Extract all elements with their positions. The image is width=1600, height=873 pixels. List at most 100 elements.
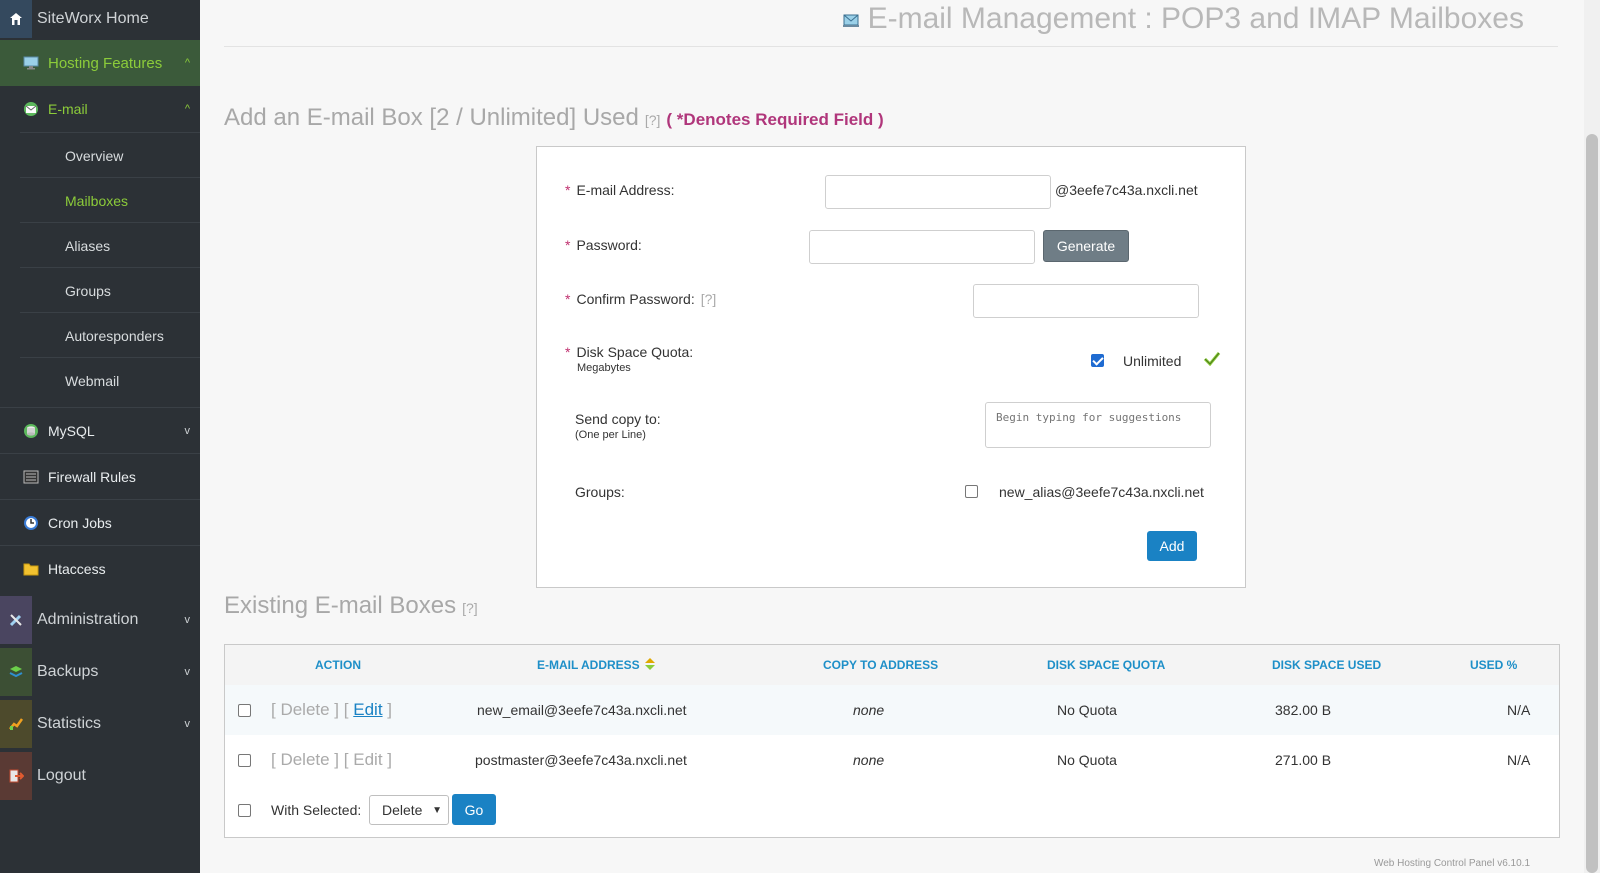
sidebar-subitem-label: Webmail (65, 372, 120, 389)
column-header-email[interactable]: E-MAIL ADDRESS (537, 645, 656, 685)
go-button[interactable]: Go (452, 794, 496, 825)
row-used-pct: N/A (1507, 702, 1531, 718)
add-mailbox-heading: Add an E-mail Box [2 / Unlimited] Used [… (224, 104, 884, 132)
chevron-down-icon: v (184, 718, 191, 730)
add-mailbox-title: Add an E-mail Box [2 / Unlimited] Used (224, 104, 639, 131)
sidebar-subitem-label: Autoresponders (65, 327, 164, 344)
group-checkbox[interactable] (965, 485, 978, 498)
page-title: E-mail Management : POP3 and IMAP Mailbo… (842, 2, 1524, 36)
edit-link[interactable]: Edit (353, 700, 382, 720)
send-copy-label: Send copy to: (One per Line) (575, 411, 661, 441)
sidebar-subitem-groups[interactable]: Groups (20, 267, 200, 313)
valid-check-icon (1203, 350, 1221, 371)
logout-icon (0, 752, 32, 800)
sidebar-item-label: MySQL (48, 422, 95, 439)
generate-password-button[interactable]: Generate (1043, 230, 1129, 262)
sidebar: SiteWorx Home Hosting Features ^ E-mail … (0, 0, 200, 873)
delete-link[interactable]: [ Delete ] (271, 750, 339, 770)
unlimited-label: Unlimited (1123, 353, 1182, 369)
column-header-quota: DISK SPACE QUOTA (1047, 658, 1166, 672)
label-text: Password: (576, 237, 642, 253)
sidebar-item-label: Statistics (37, 715, 102, 732)
sidebar-item-htaccess[interactable]: Htaccess (0, 546, 200, 591)
sidebar-subitem-aliases[interactable]: Aliases (20, 222, 200, 268)
statistics-icon (0, 700, 32, 748)
label-text: Send copy to: (575, 411, 661, 427)
sidebar-item-label: E-mail (48, 101, 88, 117)
email-address-label: * E-mail Address: (565, 182, 675, 198)
column-header-used-pct: USED % (1470, 658, 1518, 672)
sidebar-item-siteworx-home[interactable]: SiteWorx Home (0, 0, 200, 38)
title-divider (224, 46, 1558, 47)
chevron-down-icon: v (184, 614, 191, 626)
label-text: E-mail Address: (576, 182, 675, 198)
sidebar-subitem-label: Aliases (65, 237, 111, 254)
password-label: * Password: (565, 237, 642, 253)
help-link[interactable]: [?] (645, 112, 661, 128)
row-actions: [ Delete ] [ Edit ] (271, 750, 393, 770)
sidebar-item-administration[interactable]: Administration v (0, 596, 200, 644)
bulk-action-value: Delete (382, 802, 423, 818)
sidebar-item-label: Htaccess (48, 560, 106, 577)
add-mailbox-button[interactable]: Add (1147, 531, 1197, 561)
required-star: * (565, 344, 571, 360)
existing-mailboxes-heading: Existing E-mail Boxes [?] (224, 592, 478, 620)
sidebar-subitem-overview[interactable]: Overview (20, 132, 200, 178)
email-domain-suffix: @3eefe7c43a.nxcli.net (1055, 182, 1198, 198)
row-actions: [ Delete ] [ Edit ] (271, 700, 393, 720)
table-row: [ Delete ] [ Edit ] postmaster@3eefe7c43… (225, 735, 1559, 785)
with-selected-label: With Selected: (271, 802, 362, 818)
sidebar-item-cron-jobs[interactable]: Cron Jobs (0, 500, 200, 545)
page-scrollbar[interactable] (1584, 0, 1600, 873)
chevron-up-icon: ^ (184, 57, 190, 69)
row-checkbox[interactable] (238, 704, 251, 717)
send-copy-hint: (One per Line) (575, 429, 646, 441)
send-copy-textarea[interactable] (985, 402, 1211, 448)
groups-label: Groups: (575, 484, 625, 500)
sort-icon (644, 657, 656, 674)
add-mailbox-form: * E-mail Address: @3eefe7c43a.nxcli.net *… (536, 146, 1246, 588)
firewall-icon (22, 469, 40, 485)
sidebar-subitem-mailboxes[interactable]: Mailboxes (20, 177, 200, 223)
help-link[interactable]: [?] (701, 291, 717, 307)
footer-version: Web Hosting Control Panel v6.10.1 (1373, 858, 1530, 869)
tools-icon (0, 596, 32, 644)
edit-link[interactable]: Edit (353, 750, 382, 770)
required-star: * (565, 291, 571, 307)
existing-mailboxes-title: Existing E-mail Boxes (224, 592, 457, 619)
email-address-input[interactable] (825, 175, 1051, 209)
required-star: * (565, 237, 571, 253)
sidebar-subitem-autoresponders[interactable]: Autoresponders (20, 312, 200, 358)
sidebar-item-statistics[interactable]: Statistics v (0, 700, 200, 748)
monitor-icon (22, 55, 40, 71)
label-text: Disk Space Quota: (576, 344, 694, 360)
password-input[interactable] (809, 230, 1035, 264)
delete-link[interactable]: [ Delete ] (271, 700, 339, 720)
select-all-checkbox[interactable] (238, 804, 251, 817)
row-copy-to: none (853, 752, 885, 768)
row-checkbox[interactable] (238, 754, 251, 767)
sidebar-item-logout[interactable]: Logout (0, 752, 200, 800)
sidebar-item-email[interactable]: E-mail ^ (0, 86, 200, 132)
column-header-action: ACTION (315, 658, 361, 672)
mailboxes-table: ACTION E-MAIL ADDRESS COPY TO ADDRESS DI… (224, 644, 1560, 838)
sidebar-subitem-webmail[interactable]: Webmail (20, 357, 200, 403)
sidebar-item-mysql[interactable]: MySQL v (0, 408, 200, 453)
row-used: 271.00 B (1275, 752, 1332, 768)
sidebar-subitem-label: Groups (65, 282, 111, 299)
sidebar-item-firewall-rules[interactable]: Firewall Rules (0, 454, 200, 499)
disk-quota-label: * Disk Space Quota: Megabytes (565, 344, 693, 374)
email-icon (22, 101, 40, 117)
sidebar-item-hosting-features[interactable]: Hosting Features ^ (0, 40, 200, 86)
required-note: ( *Denotes Required Field ) (666, 110, 884, 129)
sidebar-item-label: Backups (37, 663, 99, 680)
confirm-password-input[interactable] (973, 284, 1199, 318)
unlimited-checkbox[interactable] (1091, 354, 1104, 367)
chevron-down-icon: v (184, 424, 191, 437)
sidebar-item-label: SiteWorx Home (37, 10, 149, 27)
bulk-action-select[interactable]: Delete ▼ (369, 795, 449, 825)
sidebar-item-backups[interactable]: Backups v (0, 648, 200, 696)
scrollbar-thumb[interactable] (1586, 134, 1598, 873)
help-link[interactable]: [?] (462, 600, 478, 616)
column-header-label: E-MAIL ADDRESS (537, 658, 640, 672)
